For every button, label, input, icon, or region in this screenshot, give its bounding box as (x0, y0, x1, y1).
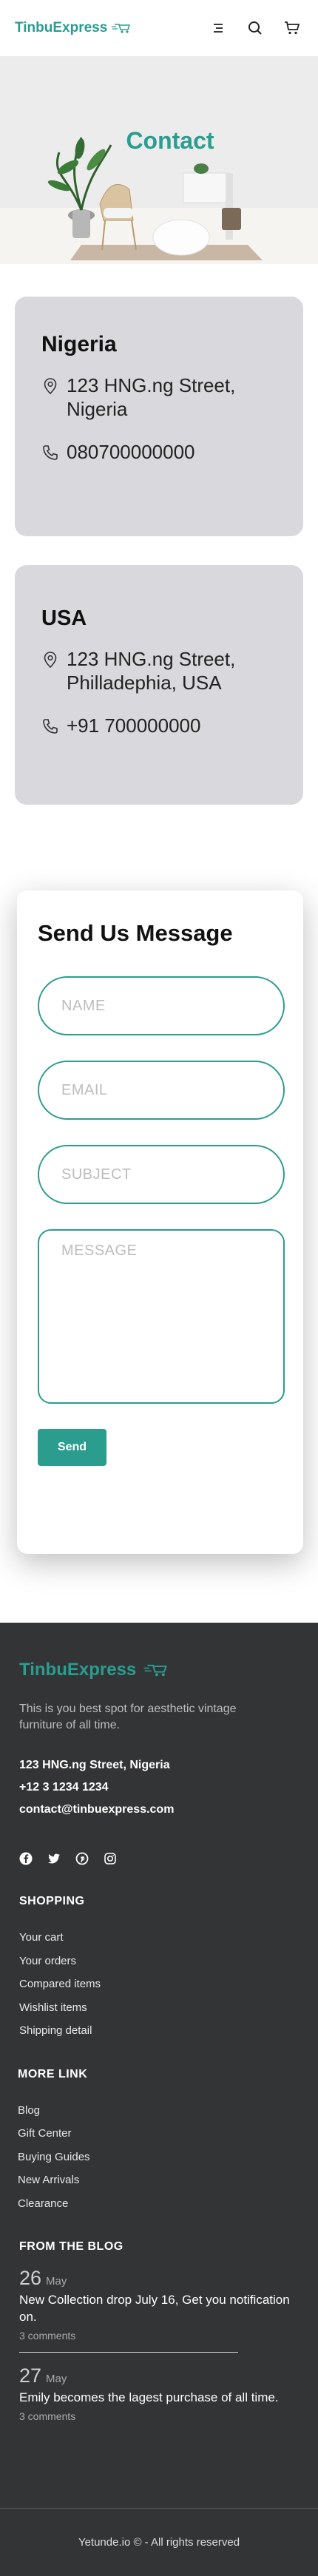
blog-heading: FROM THE BLOG (19, 2240, 124, 2253)
hero-banner: Contact (0, 56, 318, 264)
contact-card-nigeria: Nigeria 123 HNG.ng Street, Nigeria 08070… (15, 297, 303, 536)
phone-icon (43, 719, 58, 734)
footer-link[interactable]: Buying Guides (18, 2146, 299, 2169)
shopping-links: Your cart Your orders Compared items Wis… (19, 1926, 299, 2043)
footer-email[interactable]: contact@tinbuexpress.com (19, 1799, 299, 1821)
delivery-cart-icon (143, 1664, 168, 1677)
name-field[interactable]: NAME (38, 976, 285, 1035)
phone-text[interactable]: 080700000000 (67, 440, 195, 464)
more-link-heading: MORE LINK (18, 2067, 88, 2080)
send-button[interactable]: Send (38, 1429, 106, 1466)
menu-icon[interactable] (210, 20, 226, 36)
blog-comments: 3 comments (19, 2330, 76, 2342)
footer-link[interactable]: Blog (18, 2099, 299, 2123)
blog-post[interactable]: 27 May Emily becomes the lagest purchase… (19, 2364, 299, 2422)
blog-post[interactable]: 26 May New Collection drop July 16, Get … (19, 2267, 299, 2342)
card-country: USA (41, 606, 87, 630)
footer-link[interactable]: New Arrivals (18, 2168, 299, 2192)
contact-card-usa: USA 123 HNG.ng Street, Philladephia, USA… (15, 565, 303, 805)
footer-tagline: This is you best spot for aesthetic vint… (19, 1703, 237, 1731)
phone-row: +91 700000000 (41, 714, 277, 737)
phone-text[interactable]: +91 700000000 (67, 714, 200, 737)
footer-link[interactable]: Gift Center (18, 2122, 299, 2146)
copyright-text: Yetunde.io © - All rights reserved (0, 2508, 318, 2576)
contact-form: Send Us Message NAME EMAIL SUBJECT MESSA… (17, 890, 303, 1554)
phone-row: 080700000000 (41, 440, 277, 464)
footer-link[interactable]: Compared items (19, 1972, 299, 1996)
blog-day: 26 (19, 2267, 42, 2289)
social-links (19, 1852, 299, 1865)
site-header: TinbuExpress (0, 0, 318, 56)
email-field[interactable]: EMAIL (38, 1061, 285, 1120)
page-title: Contact (126, 127, 214, 154)
card-country: Nigeria (41, 332, 117, 356)
footer-address: 123 HNG.ng Street, Nigeria (19, 1759, 170, 1771)
footer-link[interactable]: Shipping detail (19, 2019, 299, 2043)
footer-link[interactable]: Clearance (18, 2192, 299, 2216)
footer-link[interactable]: Your cart (19, 1926, 299, 1950)
footer-phone[interactable]: +12 3 1234 1234 (19, 1777, 299, 1799)
footer-brand-name: TinbuExpress (19, 1660, 137, 1680)
phone-icon (43, 445, 58, 460)
footer-link[interactable]: Wishlist items (19, 1996, 299, 2020)
delivery-cart-icon (112, 24, 131, 33)
pinterest-icon[interactable] (75, 1852, 89, 1865)
brand-logo[interactable]: TinbuExpress (15, 20, 132, 36)
blog-divider (19, 2352, 238, 2353)
footer-link[interactable]: Your orders (19, 1950, 299, 1973)
blog-date: 27 May (19, 2364, 299, 2387)
more-links: Blog Gift Center Buying Guides New Arriv… (18, 2099, 299, 2216)
address-text: 123 HNG.ng Street, Nigeria (67, 374, 236, 420)
address-text: 123 HNG.ng Street, Philladephia, USA (67, 648, 236, 694)
message-field[interactable]: MESSAGE (38, 1229, 285, 1404)
twitter-icon[interactable] (47, 1852, 61, 1865)
facebook-icon[interactable] (19, 1852, 33, 1865)
blog-month: May (46, 2275, 67, 2288)
location-pin-icon (44, 378, 57, 395)
cart-icon[interactable] (284, 20, 300, 36)
brand-name: TinbuExpress (15, 20, 108, 36)
address-row: 123 HNG.ng Street, Philladephia, USA (41, 647, 277, 694)
blog-date: 26 May (19, 2267, 299, 2290)
blog-month: May (46, 2373, 67, 2385)
footer-brand-logo[interactable]: TinbuExpress (19, 1660, 299, 1680)
shopping-heading: SHOPPING (19, 1895, 85, 1907)
subject-field[interactable]: SUBJECT (38, 1145, 285, 1204)
blog-title[interactable]: Emily becomes the lagest purchase of all… (19, 2389, 299, 2406)
site-footer: TinbuExpress This is you best spot for a… (0, 1623, 318, 2576)
address-row: 123 HNG.ng Street, Nigeria (41, 373, 277, 421)
blog-title[interactable]: New Collection drop July 16, Get you not… (19, 2291, 299, 2325)
blog-comments: 3 comments (19, 2410, 76, 2422)
blog-day: 27 (19, 2364, 42, 2387)
hero-room-image (0, 56, 318, 264)
search-icon[interactable] (247, 20, 263, 36)
form-title: Send Us Message (38, 920, 233, 946)
instagram-icon[interactable] (104, 1852, 117, 1865)
location-pin-icon (44, 652, 57, 669)
